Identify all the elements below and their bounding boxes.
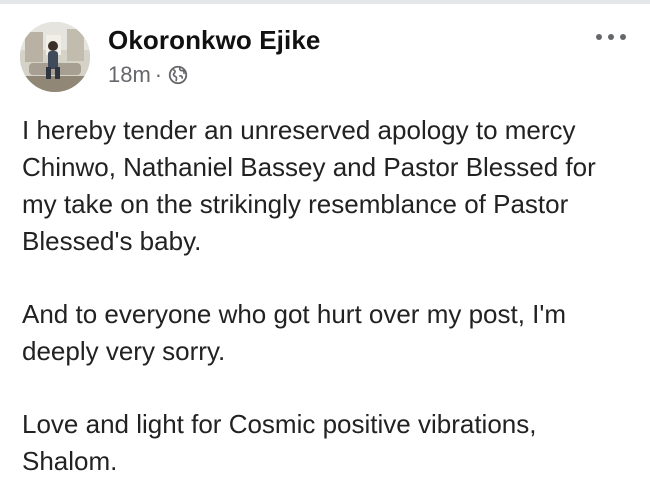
post-header: Okoronkwo Ejike 18m ·: [20, 22, 320, 92]
author-meta: Okoronkwo Ejike 18m ·: [108, 24, 320, 88]
top-divider: [0, 0, 650, 4]
post-paragraph: I hereby tender an unreserved apology to…: [22, 115, 596, 256]
post-body: I hereby tender an unreserved apology to…: [22, 112, 622, 480]
author-avatar[interactable]: [20, 22, 90, 92]
post-paragraph: Love and light for Cosmic positive vibra…: [22, 409, 537, 476]
facebook-post: Okoronkwo Ejike 18m · I hereby tender an…: [0, 0, 650, 498]
more-options-icon[interactable]: [594, 30, 628, 42]
post-timestamp[interactable]: 18m: [108, 62, 151, 88]
post-paragraph: And to everyone who got hurt over my pos…: [22, 299, 567, 366]
author-name[interactable]: Okoronkwo Ejike: [108, 24, 320, 56]
meta-separator: ·: [154, 62, 163, 87]
post-subline: 18m ·: [108, 62, 320, 88]
profile-photo-icon: [20, 22, 90, 92]
globe-icon[interactable]: [167, 64, 189, 86]
